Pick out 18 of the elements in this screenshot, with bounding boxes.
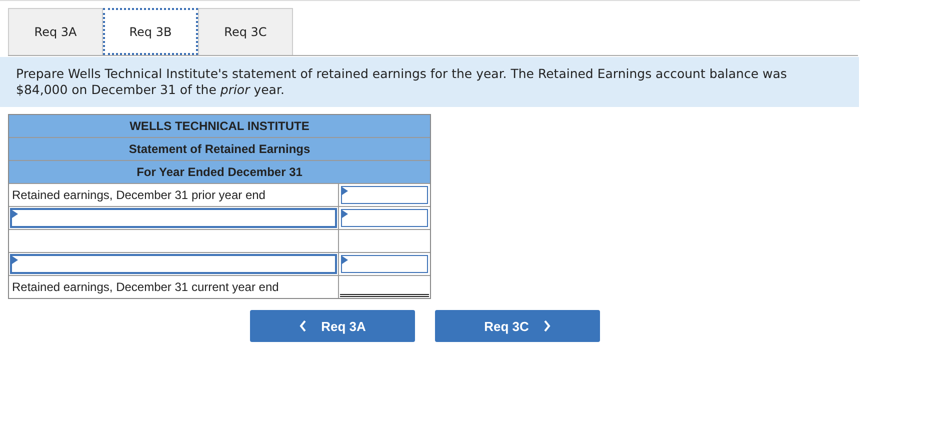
- tab[interactable]: Req 3C: [198, 8, 293, 55]
- chevron-left-icon: [299, 320, 308, 332]
- next-button[interactable]: Req 3C: [435, 310, 600, 342]
- chevron-right-icon: [542, 320, 551, 332]
- statement-header: For Year Ended December 31: [9, 161, 430, 184]
- amount-input-field[interactable]: [341, 209, 428, 227]
- label-input-field[interactable]: [10, 254, 337, 274]
- row-label: Retained earnings, December 31 current year end: [11, 280, 279, 294]
- row-label: Retained earnings, December 31 prior year end: [11, 188, 266, 202]
- amount-input-field[interactable]: [341, 255, 428, 273]
- label-input-field[interactable]: [10, 208, 337, 228]
- tab[interactable]: Req 3B: [103, 8, 198, 55]
- instructions-text: Prepare Wells Technical Institute's statement of retained earnings for the year. The Retained Earnings account balance was $84,000 on December 31 of the prior year.: [16, 66, 788, 98]
- amount-input-field[interactable]: [341, 186, 428, 204]
- tab[interactable]: Req 3A: [8, 8, 103, 55]
- previous-button[interactable]: Req 3A: [250, 310, 415, 342]
- statement-header: WELLS TECHNICAL INSTITUTE: [9, 115, 430, 138]
- statement-header: Statement of Retained Earnings: [9, 138, 430, 161]
